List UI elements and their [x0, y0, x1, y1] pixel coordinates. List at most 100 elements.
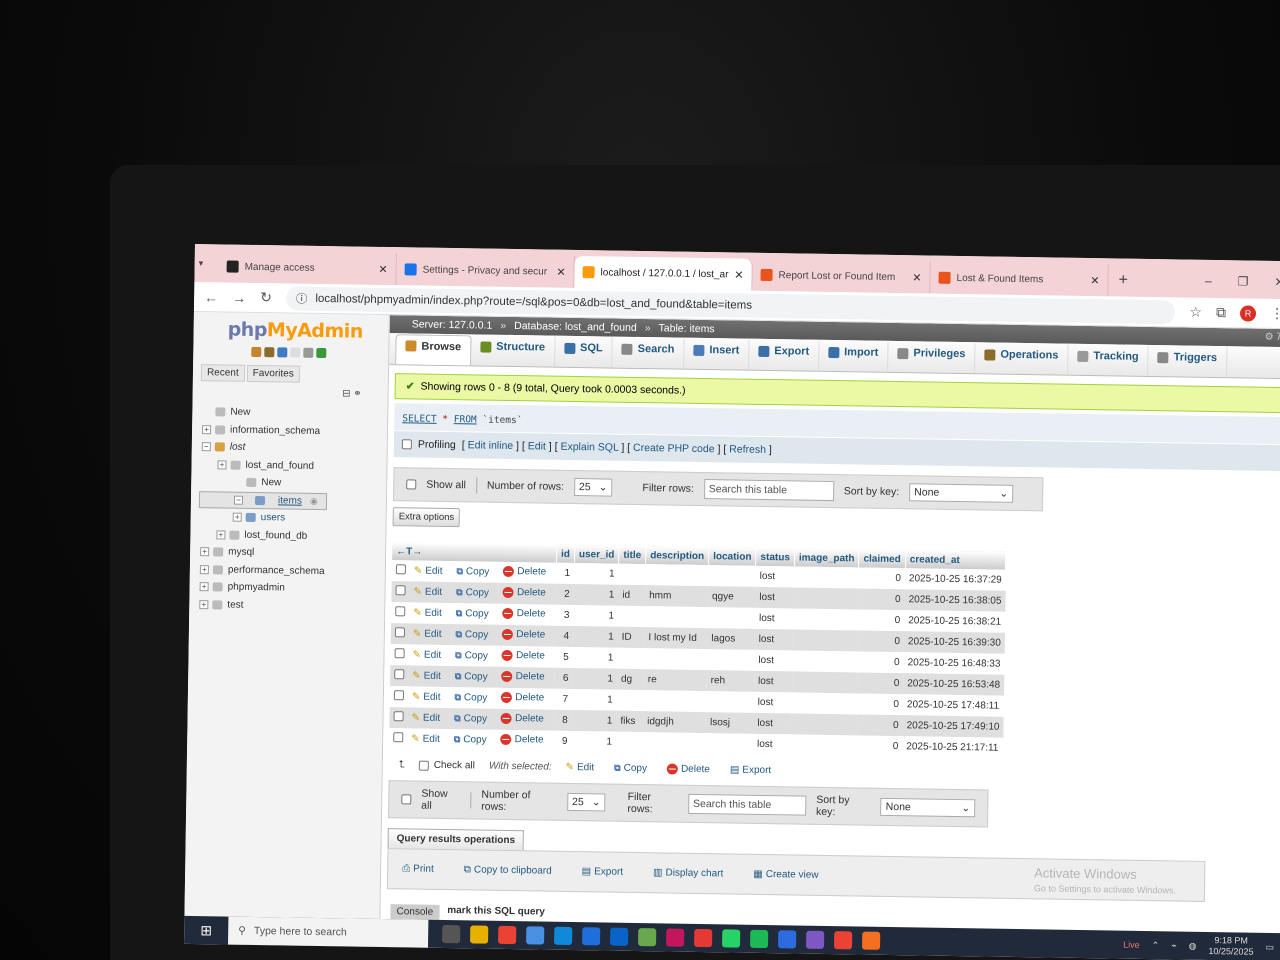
copy-row-button[interactable]: ⧉ Copy	[454, 734, 487, 746]
delete-row-button[interactable]: Delete	[501, 670, 545, 682]
tree-node[interactable]: − items ◉	[198, 490, 327, 511]
breadcrumb-table[interactable]: Table: items	[658, 322, 714, 335]
browser-tab[interactable]: Manage access ✕	[218, 250, 397, 286]
copy-row-button[interactable]: ⧉ Copy	[455, 671, 488, 683]
tab-browse[interactable]: Browse	[395, 334, 472, 366]
reload-nav-icon[interactable]	[316, 347, 327, 359]
copy-row-button[interactable]: ⧉ Copy	[456, 566, 489, 578]
file-explorer-icon[interactable]	[470, 925, 489, 944]
youtube-icon[interactable]	[694, 928, 713, 948]
check-all-label[interactable]: Check all	[434, 760, 475, 772]
minimize-icon[interactable]: –	[1205, 274, 1212, 288]
bulk-copy-button[interactable]: ⧉ Copy	[614, 763, 647, 775]
row-checkbox[interactable]	[395, 606, 406, 617]
phpmyadmin-logo[interactable]: phpMyAdmin	[227, 319, 380, 343]
store-icon[interactable]	[526, 926, 545, 945]
show-all-checkbox[interactable]	[406, 479, 417, 490]
browser-tab[interactable]: Settings - Privacy and secur ✕	[396, 253, 575, 288]
edit-row-button[interactable]: ✎ Edit	[411, 733, 440, 744]
breadcrumb-server[interactable]: Server: 127.0.0.1	[412, 318, 493, 331]
show-all-checkbox[interactable]	[401, 794, 412, 805]
row-checkbox[interactable]	[393, 732, 404, 743]
sort-select[interactable]: None ⌄	[909, 483, 1014, 503]
qro-action-1[interactable]: ⎙ Print	[402, 863, 434, 874]
outlook-icon[interactable]	[610, 927, 629, 946]
globe-icon[interactable]: ◍	[1189, 940, 1197, 951]
column-header-claimed[interactable]: claimed	[858, 549, 906, 569]
whatsapp-icon[interactable]	[722, 929, 741, 948]
bookmark-query-link[interactable]: mark this SQL query	[447, 905, 545, 922]
tab-privileges[interactable]: Privileges	[888, 341, 976, 374]
filter-input[interactable]: Search this table	[703, 479, 834, 502]
tab-search-icon[interactable]: ▾	[199, 258, 219, 269]
copilot-icon[interactable]	[806, 930, 825, 949]
edit-row-button[interactable]: ✎ Edit	[414, 565, 443, 576]
profiling-link[interactable]: Edit	[528, 440, 546, 452]
network-icon[interactable]: ⌁	[1171, 940, 1177, 951]
copy-row-button[interactable]: ⧉ Copy	[454, 713, 487, 725]
copy-row-button[interactable]: ⧉ Copy	[455, 629, 488, 641]
close-tab-icon[interactable]: ✕	[734, 268, 743, 281]
expand-icon[interactable]: +	[232, 512, 242, 523]
qro-action-5[interactable]: ▦ Create view	[753, 869, 818, 881]
spotify-icon[interactable]	[750, 929, 769, 949]
sql-from[interactable]: FROM	[454, 414, 477, 425]
chrome-icon[interactable]	[834, 931, 853, 950]
tab-triggers[interactable]: Triggers	[1148, 345, 1228, 378]
chrome-icon[interactable]	[498, 925, 517, 945]
bookmark-star-icon[interactable]: ☆	[1189, 304, 1202, 321]
docs-icon[interactable]	[290, 347, 301, 358]
site-info-icon[interactable]: ⓘ	[296, 290, 308, 306]
bulk-edit-button[interactable]: ✎ Edit	[566, 762, 595, 773]
delete-row-button[interactable]: Delete	[503, 565, 546, 577]
row-checkbox[interactable]	[394, 627, 406, 638]
delete-row-button[interactable]: Delete	[502, 586, 546, 598]
app-icon[interactable]	[666, 928, 685, 947]
profiling-link[interactable]: Edit inline	[468, 439, 514, 452]
edge-icon[interactable]	[554, 926, 573, 946]
profiling-checkbox[interactable]	[401, 439, 412, 450]
tab-sql[interactable]: SQL	[554, 336, 613, 368]
expand-icon[interactable]: +	[199, 564, 209, 575]
forward-icon[interactable]: →	[232, 289, 246, 305]
close-tab-icon[interactable]: ✕	[1090, 274, 1099, 287]
tab-structure[interactable]: Structure	[470, 335, 556, 367]
bulk-export-button[interactable]: ▤ Export	[730, 764, 772, 776]
tab-tracking[interactable]: Tracking	[1068, 344, 1149, 376]
sort-select[interactable]: None ⌄	[880, 797, 976, 818]
edit-row-button[interactable]: ✎ Edit	[411, 712, 440, 723]
qro-action-2[interactable]: ⧉ Copy to clipboard	[464, 864, 552, 876]
task-view-icon[interactable]	[442, 924, 461, 944]
hide-eye-icon[interactable]: ◉	[310, 496, 318, 507]
edit-row-button[interactable]: ✎ Edit	[413, 628, 442, 639]
delete-row-button[interactable]: Delete	[502, 628, 545, 640]
tab-insert[interactable]: Insert	[684, 338, 750, 370]
tab-import[interactable]: Import	[818, 340, 889, 372]
delete-row-button[interactable]: Delete	[500, 712, 544, 724]
xampp-icon[interactable]	[861, 931, 881, 950]
notepad-icon[interactable]	[638, 928, 657, 947]
browser-tab[interactable]: Report Lost or Found Item ✕	[752, 258, 931, 294]
row-checkbox[interactable]	[393, 690, 405, 701]
recent-tab[interactable]: Recent	[200, 364, 245, 382]
app-icon[interactable]	[778, 930, 797, 949]
copy-row-button[interactable]: ⧉ Copy	[454, 692, 487, 704]
qro-action-3[interactable]: ▤ Export	[582, 866, 624, 878]
expand-icon[interactable]: +	[199, 599, 209, 610]
expand-icon[interactable]: +	[217, 460, 227, 470]
column-header-image-path[interactable]: image_path	[794, 548, 860, 568]
tab-operations[interactable]: Operations	[975, 343, 1069, 375]
copy-row-button[interactable]: ⧉ Copy	[456, 608, 489, 620]
close-tab-icon[interactable]: ✕	[556, 265, 565, 278]
profiling-link[interactable]: Explain SQL	[560, 441, 618, 454]
new-icon[interactable]	[202, 407, 211, 416]
clock[interactable]: 9:18 PM 10/25/2025	[1208, 935, 1253, 958]
taskbar-search-input[interactable]: ⚲ Type here to search	[227, 916, 429, 948]
delete-row-button[interactable]: Delete	[501, 649, 545, 661]
edit-row-button[interactable]: ✎ Edit	[412, 691, 441, 702]
expand-icon[interactable]: +	[216, 530, 226, 540]
logout-icon[interactable]	[264, 347, 275, 358]
column-header-user-id[interactable]: user_id	[574, 544, 620, 564]
row-checkbox[interactable]	[395, 564, 406, 575]
breadcrumb-database[interactable]: Database: lost_and_found	[514, 320, 637, 334]
